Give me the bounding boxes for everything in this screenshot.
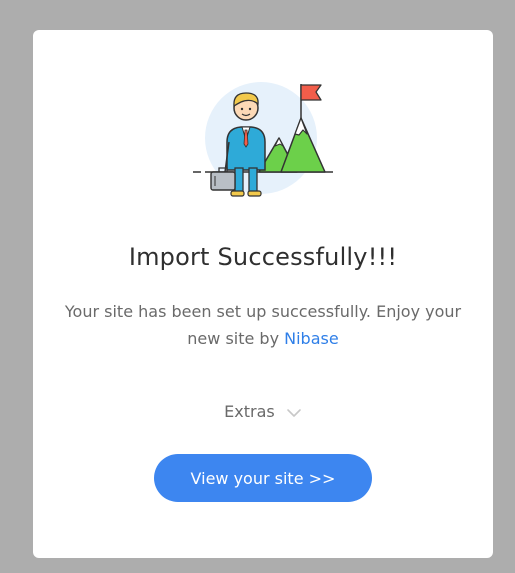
description-text: Your site has been set up successfully. … [64,302,462,348]
nibase-link[interactable]: Nibase [284,329,339,348]
view-site-button[interactable]: View your site >> [154,454,372,502]
extras-label: Extras [224,402,275,421]
extras-toggle[interactable]: Extras [33,402,493,421]
import-success-dialog: Import Successfully!!! Your site has bee… [33,30,493,558]
chevron-down-icon [287,408,301,417]
dialog-title: Import Successfully!!! [128,243,398,271]
success-illustration-icon [193,82,333,197]
dialog-description: Your site has been set up successfully. … [63,298,463,352]
